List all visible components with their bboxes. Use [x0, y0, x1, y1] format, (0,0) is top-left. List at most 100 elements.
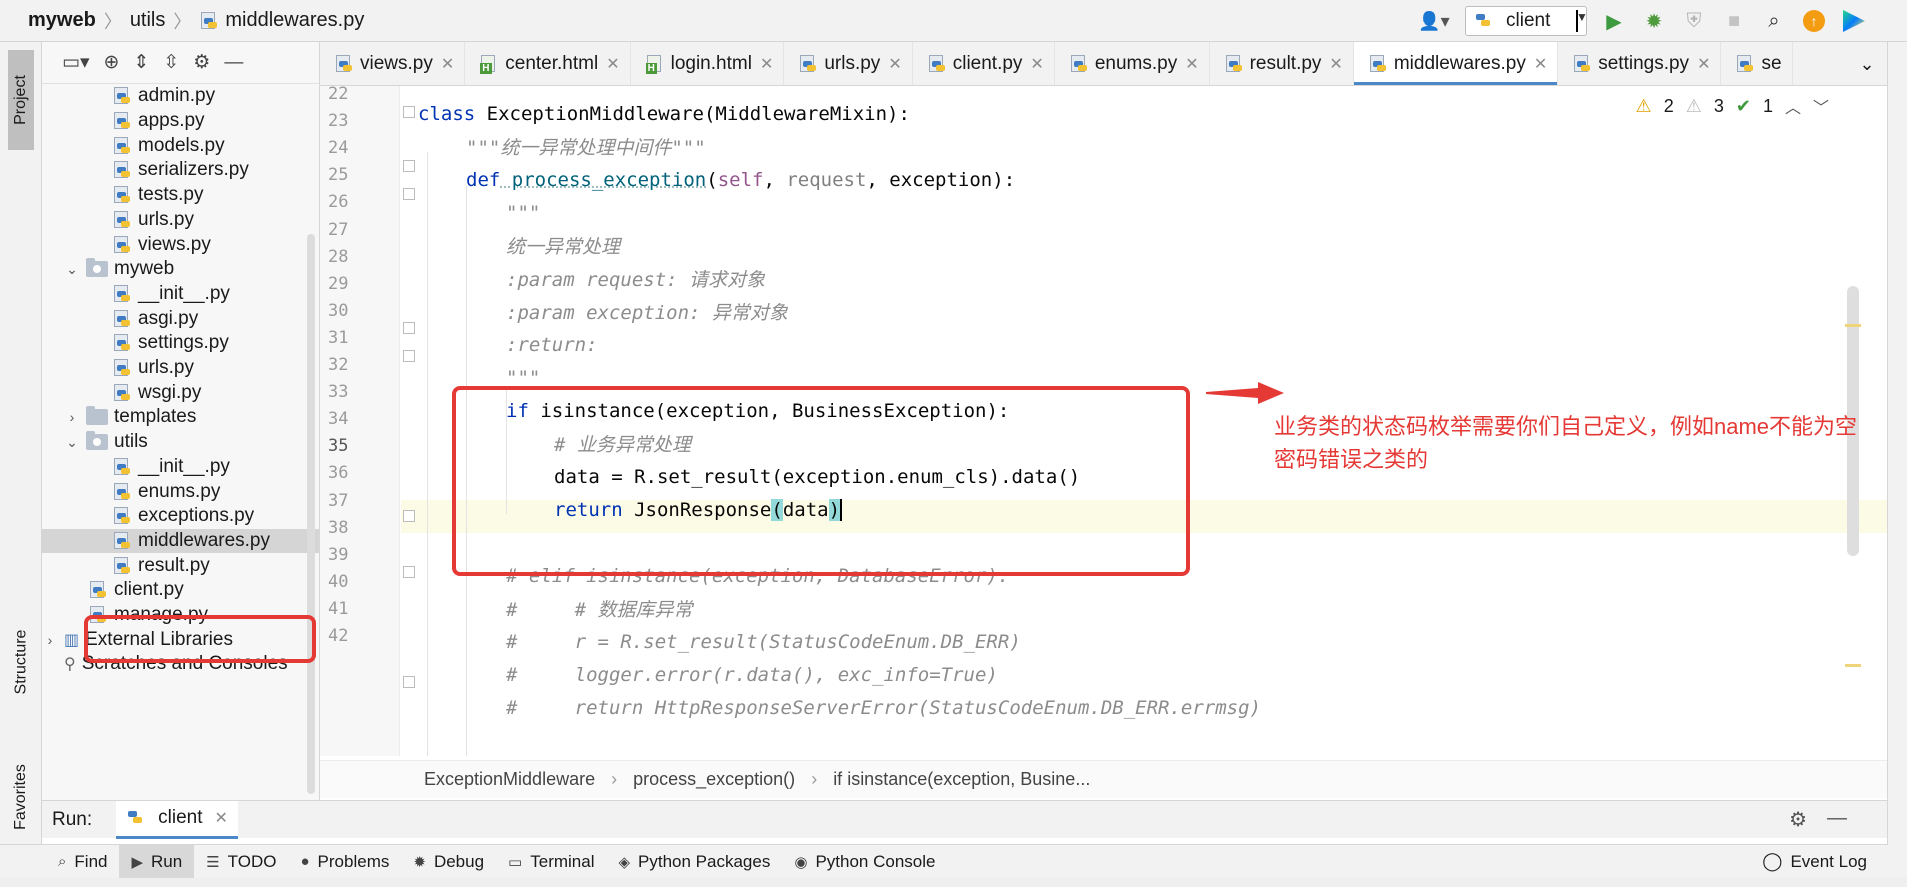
hide-icon[interactable]: — — [224, 52, 243, 74]
tool-run[interactable]: ▶ Run — [119, 844, 195, 879]
close-icon[interactable]: ✕ — [1185, 54, 1198, 74]
code-line-24: """统一异常处理中间件""" — [466, 137, 706, 159]
tree-item[interactable]: exceptions.py — [42, 504, 319, 529]
close-icon[interactable]: ✕ — [1534, 54, 1547, 74]
fold-marker[interactable] — [403, 676, 415, 688]
tab-views-py[interactable]: views.py ✕ — [320, 42, 466, 85]
tab-middlewares-py[interactable]: middlewares.py ✕ — [1353, 42, 1559, 85]
tree-item[interactable]: settings.py — [42, 331, 319, 356]
close-icon[interactable]: ✕ — [760, 54, 773, 74]
tree-item[interactable]: apps.py — [42, 109, 319, 134]
project-tool-tab[interactable]: Project — [8, 50, 34, 150]
locate-icon[interactable]: ⊕ — [104, 51, 120, 74]
tool-find[interactable]: ⌕ Find — [46, 845, 119, 879]
close-icon[interactable]: ✕ — [1030, 54, 1043, 74]
code-crumb-method[interactable]: process_exception() — [633, 769, 795, 790]
stop-icon[interactable]: ■ — [1721, 8, 1747, 34]
tab-urls-py[interactable]: urls.py ✕ — [784, 42, 913, 85]
update-icon[interactable]: ↑ — [1801, 8, 1827, 34]
close-icon[interactable]: ✕ — [215, 808, 228, 828]
jetbrains-toolbox-icon[interactable] — [1841, 8, 1867, 34]
fold-marker[interactable] — [403, 188, 415, 200]
inspection-widget[interactable]: ⚠ 2 ⚠ 3 ✔ 1 ︿ ﹀ — [1636, 94, 1829, 118]
tab-client-py[interactable]: client.py ✕ — [913, 42, 1055, 85]
tree-item[interactable]: __init__.py — [42, 282, 319, 307]
breadcrumb-file[interactable]: middlewares.py — [225, 9, 364, 32]
tree-item[interactable]: urls.py — [42, 356, 319, 381]
tree-item[interactable]: asgi.py — [42, 306, 319, 331]
structure-tool-tab[interactable]: Structure — [8, 592, 34, 732]
tree-item[interactable]: __init__.py — [42, 455, 319, 480]
tree-item-label: client.py — [114, 579, 184, 601]
code-crumb-block[interactable]: if isinstance(exception, Busine... — [833, 769, 1090, 790]
tab-se[interactable]: se — [1721, 42, 1793, 85]
tree-item[interactable]: enums.py — [42, 479, 319, 504]
fold-marker[interactable] — [403, 160, 415, 172]
hide-icon[interactable]: — — [1827, 807, 1847, 832]
tree-item[interactable]: urls.py — [42, 208, 319, 233]
tree-item[interactable]: ⌄ myweb — [42, 257, 319, 282]
fold-marker[interactable] — [403, 566, 415, 578]
tree-item[interactable]: client.py — [42, 578, 319, 603]
run-icon[interactable]: ▶ — [1601, 8, 1627, 34]
fold-marker[interactable] — [403, 350, 415, 362]
breadcrumb-folder[interactable]: utils — [130, 9, 166, 32]
tree-item[interactable]: › templates — [42, 405, 319, 430]
tree-item[interactable]: result.py — [42, 553, 319, 578]
gear-icon[interactable]: ⚙ — [1789, 807, 1807, 832]
user-account-icon[interactable]: 👤▾ — [1417, 8, 1451, 34]
search-icon[interactable]: ⌕ — [1761, 8, 1787, 34]
run-tab-client[interactable]: client ✕ — [116, 800, 238, 839]
chevron-up-icon[interactable]: ︿ — [1785, 94, 1801, 118]
collapse-all-icon[interactable]: ⇳ — [163, 51, 179, 74]
chevron-down-icon[interactable]: ⌄ — [64, 434, 80, 451]
tab-center-html[interactable]: Hcenter.html ✕ — [465, 42, 631, 85]
close-icon[interactable]: ✕ — [441, 54, 454, 74]
line-number: 28 — [328, 246, 349, 267]
tree-item[interactable]: models.py — [42, 133, 319, 158]
tab-login-html[interactable]: Hlogin.html ✕ — [631, 42, 785, 85]
tab-overflow-icon[interactable]: ⌄ — [1847, 42, 1887, 85]
project-scrollbar[interactable] — [307, 84, 315, 794]
tab-result-py[interactable]: result.py ✕ — [1210, 42, 1354, 85]
favorites-tool-tab[interactable]: Favorites — [8, 742, 34, 852]
breadcrumb-project[interactable]: myweb — [28, 9, 96, 32]
tab-settings-py[interactable]: settings.py ✕ — [1558, 42, 1722, 85]
project-view-icon[interactable]: ▭▾ — [62, 51, 90, 74]
tree-item[interactable]: ⌄ utils — [42, 430, 319, 455]
close-icon[interactable]: ✕ — [888, 54, 901, 74]
run-configuration-select[interactable]: client ▼ — [1465, 6, 1588, 36]
tree-item[interactable]: serializers.py — [42, 158, 319, 183]
tree-item[interactable]: admin.py — [42, 84, 319, 109]
close-icon[interactable]: ✕ — [1329, 54, 1342, 74]
tool-todo[interactable]: ☰ TODO — [194, 845, 288, 879]
tool-python-console[interactable]: ◉ Python Console — [782, 845, 947, 879]
close-icon[interactable]: ✕ — [1697, 54, 1710, 74]
tree-item[interactable]: views.py — [42, 232, 319, 257]
tree-item[interactable]: middlewares.py — [42, 528, 319, 554]
chevron-down-icon[interactable]: ⌄ — [64, 261, 80, 278]
chevron-right-icon[interactable]: › — [64, 409, 80, 425]
code-crumb-class[interactable]: ExceptionMiddleware — [424, 769, 595, 790]
close-icon[interactable]: ✕ — [606, 54, 619, 74]
tab-enums-py[interactable]: enums.py ✕ — [1055, 42, 1210, 85]
fold-marker[interactable] — [403, 106, 415, 118]
tree-item[interactable]: tests.py — [42, 183, 319, 208]
chevron-down-icon[interactable]: ﹀ — [1813, 94, 1829, 118]
chevron-right-icon[interactable]: › — [42, 632, 58, 648]
debug-icon: ✹ — [413, 853, 426, 871]
gear-icon[interactable]: ⚙ — [193, 51, 210, 74]
line-number: 33 — [328, 382, 349, 403]
expand-all-icon[interactable]: ⇕ — [133, 51, 149, 74]
tool-python-packages[interactable]: ◈ Python Packages — [606, 845, 782, 879]
fold-marker[interactable] — [403, 510, 415, 522]
fold-marker[interactable] — [403, 322, 415, 334]
coverage-icon[interactable]: ⛨ — [1681, 8, 1707, 34]
event-log-button[interactable]: ◯ Event Log — [1762, 851, 1907, 872]
chevron-right-icon: › — [611, 769, 618, 789]
debug-icon[interactable]: ✹ — [1641, 8, 1667, 34]
tree-item[interactable]: wsgi.py — [42, 380, 319, 405]
tool-debug[interactable]: ✹ Debug — [401, 845, 496, 879]
tool-terminal[interactable]: ▭ Terminal — [496, 845, 606, 879]
tool-problems[interactable]: ● Problems — [288, 845, 401, 879]
